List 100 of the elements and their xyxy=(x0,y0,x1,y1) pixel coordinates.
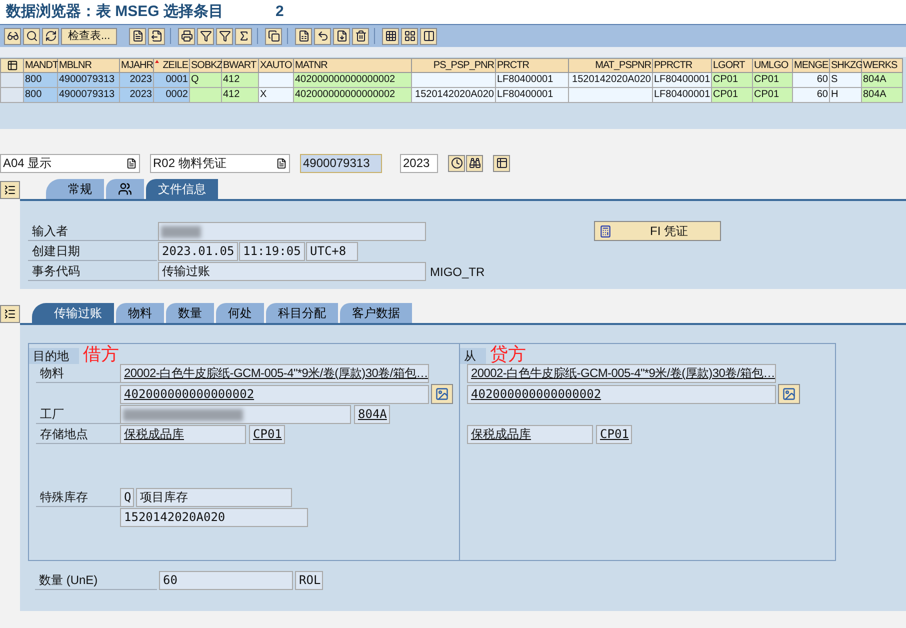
column-header[interactable]: UMLGO xyxy=(753,58,793,73)
tab[interactable]: 数量 xyxy=(166,303,214,323)
grid-icon[interactable] xyxy=(382,28,400,44)
field-label: 数量 (UnE) xyxy=(35,571,157,590)
layout-icon[interactable] xyxy=(401,28,418,44)
column-header[interactable]: MANDT xyxy=(24,58,58,73)
special-stock-name-field[interactable]: 项目库存 xyxy=(136,488,292,507)
spreadsheet-icon[interactable] xyxy=(295,28,312,44)
table-cell: 804A xyxy=(862,73,903,88)
table-cell: 412 xyxy=(222,88,259,103)
table-cell: Q xyxy=(190,73,222,88)
column-header[interactable]: PS_PSP_PNR xyxy=(412,58,496,73)
year-field[interactable]: 2023 xyxy=(400,154,438,172)
table-cell: 402000000000000002 xyxy=(294,88,412,103)
input-field[interactable]: 传输过账 xyxy=(158,262,426,281)
tab[interactable]: 科目分配 xyxy=(266,303,338,323)
action-dropdown[interactable]: A04 显示 xyxy=(0,154,140,172)
column-header[interactable]: SOBKZ xyxy=(190,58,222,73)
input-field[interactable]: 11:19:05 xyxy=(239,242,305,261)
column-header[interactable]: BWART xyxy=(222,58,259,73)
column-header[interactable]: SHKZG xyxy=(830,58,862,73)
entry-count: 2 xyxy=(276,2,284,22)
input-field[interactable]: 2023.01.05 xyxy=(158,242,238,261)
binoculars-icon[interactable] xyxy=(466,154,483,172)
storage-location-field[interactable]: CP01 xyxy=(596,425,632,444)
table-cell: 0001 xyxy=(154,73,190,88)
columns-icon[interactable] xyxy=(420,28,438,44)
refresh-icon[interactable] xyxy=(42,28,59,44)
special-stock-field[interactable]: Q xyxy=(120,488,134,507)
table-cell: CP01 xyxy=(753,73,793,88)
table-cell: LF80400001 xyxy=(496,73,569,88)
filter-icon[interactable] xyxy=(197,28,214,44)
storage-location-field[interactable]: CP01 xyxy=(249,425,285,444)
group-title: 从 xyxy=(460,348,486,364)
material-number-field[interactable]: 402000000000000002 xyxy=(120,384,429,404)
document-number-field[interactable]: 4900079313 xyxy=(300,154,382,172)
tab[interactable]: 传输过账 xyxy=(32,303,114,323)
storage-location-name-field[interactable]: 保税成品库 xyxy=(120,425,246,444)
table-cell: CP01 xyxy=(753,88,793,103)
search-icon[interactable] xyxy=(23,28,40,44)
column-header[interactable]: MATNR xyxy=(294,58,412,73)
fi-document-button[interactable]: FI 凭证 xyxy=(594,221,721,241)
panel-toggle-icon[interactable] xyxy=(0,181,20,199)
column-header[interactable]: PPRCTR xyxy=(653,58,712,73)
field-label: 创建日期 xyxy=(28,242,157,261)
column-header[interactable]: MAT_PSPNR xyxy=(569,58,653,73)
wbs-field[interactable]: 1520142020A020 xyxy=(120,508,308,527)
material-description-field[interactable]: 20002-白色牛皮腙纸-GCM-005-4"*9米/卷(厚款)30卷/箱包… xyxy=(120,364,429,383)
tab[interactable] xyxy=(106,179,144,199)
printer-icon[interactable] xyxy=(178,28,196,44)
material-number-field[interactable]: 402000000000000002 xyxy=(467,384,776,404)
column-header[interactable]: MENGE xyxy=(793,58,830,73)
material-description-field[interactable]: 20002-白色牛皮腙纸-GCM-005-4"*9米/卷(厚款)30卷/箱包… xyxy=(467,364,776,383)
picture-icon[interactable] xyxy=(778,384,800,404)
table-cell: 60 xyxy=(793,88,830,103)
trash-icon[interactable] xyxy=(352,28,370,44)
tab[interactable]: 物料 xyxy=(116,303,164,323)
plant-field[interactable]: 804A xyxy=(354,405,390,424)
input-field[interactable]: UTC+8 xyxy=(306,242,358,261)
filter-icon[interactable] xyxy=(216,28,234,44)
document-icon[interactable] xyxy=(129,28,146,44)
column-header[interactable]: XAUTO xyxy=(259,58,294,73)
sum-icon[interactable] xyxy=(235,28,252,44)
panel-toggle-icon[interactable] xyxy=(0,305,20,323)
table-cell: LF80400001 xyxy=(653,73,712,88)
table-cell: 1520142020A020 xyxy=(569,73,653,88)
list-icon xyxy=(126,158,137,168)
picture-icon[interactable] xyxy=(431,384,453,404)
column-header[interactable]: WERKS xyxy=(862,58,903,73)
undo-icon[interactable] xyxy=(314,28,332,44)
table-cell: S xyxy=(830,73,862,88)
table-cell: 0002 xyxy=(154,88,190,103)
tab[interactable]: 常规 xyxy=(46,179,104,199)
download-icon[interactable] xyxy=(333,28,350,44)
storage-location-name-field[interactable]: 保税成品库 xyxy=(467,425,593,444)
column-header[interactable]: MJAHR xyxy=(120,58,154,73)
table-cell: 4900079313 xyxy=(58,88,120,103)
copy-icon[interactable] xyxy=(265,28,282,44)
tab[interactable]: 何处 xyxy=(216,303,264,323)
table-cell: 2023 xyxy=(120,88,154,103)
document-icon[interactable] xyxy=(148,28,166,44)
quantity-field[interactable]: 60 xyxy=(159,571,293,590)
table-cell: 800 xyxy=(24,88,58,103)
unit-field[interactable]: ROL xyxy=(295,571,323,590)
table-cell: 804A xyxy=(862,88,903,103)
object-dropdown[interactable]: R02 物料凭证 xyxy=(150,154,290,172)
select-all-icon[interactable] xyxy=(0,58,24,73)
glasses-icon[interactable] xyxy=(4,28,21,44)
column-header[interactable]: LGORT xyxy=(712,58,753,73)
column-header[interactable]: ZEILE xyxy=(154,58,190,73)
column-header[interactable]: PRCTR xyxy=(496,58,569,73)
check-table-button[interactable]: 检查表... xyxy=(61,28,118,44)
table-icon[interactable] xyxy=(493,154,510,172)
column-header[interactable]: MBLNR xyxy=(58,58,120,73)
annotation-text: 贷方 xyxy=(490,344,526,364)
table-cell: 60 xyxy=(793,73,830,88)
table-cell: 4900079313 xyxy=(58,73,120,88)
people-icon xyxy=(118,182,132,196)
tab[interactable]: 客户数据 xyxy=(340,303,412,323)
tab[interactable]: 文件信息 xyxy=(146,179,218,199)
